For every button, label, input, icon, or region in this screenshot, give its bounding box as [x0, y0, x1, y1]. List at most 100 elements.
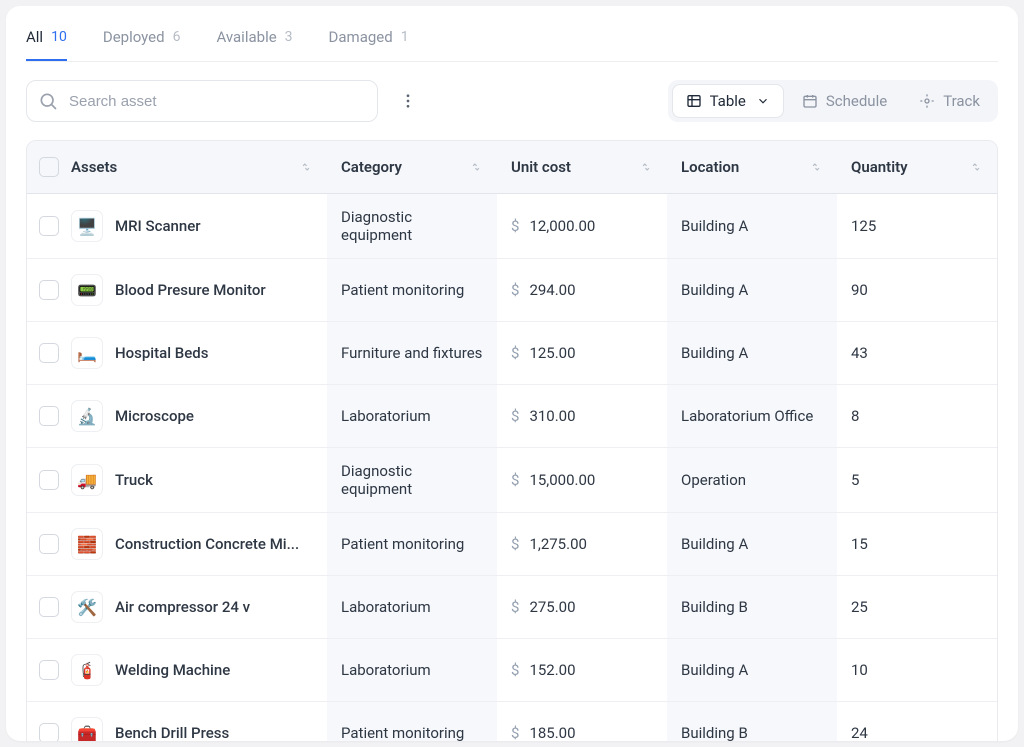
cell-unit-cost: $152.00 — [497, 639, 667, 701]
app-shell: All 10 Deployed 6 Available3 Damaged 1 Table Sc… — [6, 6, 1018, 741]
cell-category: Laboratorium — [327, 639, 497, 701]
tab-count: 6 — [173, 29, 181, 45]
asset-name: Blood Presure Monitor — [115, 281, 266, 299]
toolbar: Table Schedule Track — [26, 62, 998, 140]
table-header: Assets Category Unit cost Location Quant… — [27, 141, 997, 194]
cell-category: Patient monitoring — [327, 702, 497, 741]
sort-icon[interactable] — [469, 160, 483, 174]
tab-label: Available — [216, 28, 276, 46]
asset-thumbnail: 🧰 — [71, 717, 103, 741]
tab-count: 1 — [401, 29, 409, 45]
cost-value: 1,275.00 — [529, 535, 587, 553]
row-checkbox[interactable] — [39, 470, 59, 490]
sort-icon[interactable] — [639, 160, 653, 174]
asset-name: Truck — [115, 471, 153, 489]
sort-icon[interactable] — [299, 160, 313, 174]
table-row[interactable]: 🖥️MRI ScannerDiagnostic equipment$12,000… — [27, 194, 997, 259]
tab-damaged[interactable]: Damaged 1 — [329, 14, 409, 61]
cell-quantity: 90 — [837, 259, 997, 321]
sort-icon[interactable] — [809, 160, 823, 174]
tab-label: All — [26, 28, 43, 46]
cell-asset: 🚚Truck — [27, 448, 327, 512]
asset-name: Bench Drill Press — [115, 724, 229, 741]
cost-value: 185.00 — [529, 724, 575, 741]
tab-available[interactable]: Available3 — [216, 14, 292, 61]
cell-location: Building A — [667, 639, 837, 701]
col-category[interactable]: Category — [327, 141, 497, 193]
currency-symbol: $ — [511, 724, 519, 741]
col-unit-cost[interactable]: Unit cost — [497, 141, 667, 193]
view-label: Track — [943, 92, 980, 110]
col-label: Quantity — [851, 158, 908, 176]
tab-count: 10 — [51, 29, 67, 45]
cell-category: Diagnostic equipment — [327, 194, 497, 258]
cell-category: Laboratorium — [327, 385, 497, 447]
cost-value: 294.00 — [529, 281, 575, 299]
tab-deployed[interactable]: Deployed 6 — [103, 14, 181, 61]
cell-category: Furniture and fixtures — [327, 322, 497, 384]
table-row[interactable]: 🧰 Bench Drill Press Patient monitoring $185… — [27, 702, 997, 741]
table-row[interactable]: 🧱Construction Concrete Mi...Patient moni… — [27, 513, 997, 576]
table-row[interactable]: 🧯Welding MachineLaboratorium$152.00Build… — [27, 639, 997, 702]
cell-quantity: 5 — [837, 448, 997, 512]
view-schedule[interactable]: Schedule — [788, 84, 901, 118]
cell-quantity: 10 — [837, 639, 997, 701]
currency-symbol: $ — [511, 217, 519, 235]
col-location[interactable]: Location — [667, 141, 837, 193]
col-label: Unit cost — [511, 158, 571, 176]
cell-asset: 🧰 Bench Drill Press — [27, 702, 327, 741]
table-row[interactable]: 🛏️Hospital BedsFurniture and fixtures$12… — [27, 322, 997, 385]
cell-unit-cost: $1,275.00 — [497, 513, 667, 575]
currency-symbol: $ — [511, 598, 519, 616]
table-body: 🖥️MRI ScannerDiagnostic equipment$12,000… — [27, 194, 997, 741]
cell-location: Building A — [667, 322, 837, 384]
select-all-checkbox[interactable] — [39, 157, 59, 177]
row-checkbox[interactable] — [39, 216, 59, 236]
cell-location: Operation — [667, 448, 837, 512]
cost-value: 12,000.00 — [529, 217, 595, 235]
tab-all[interactable]: All 10 — [26, 14, 67, 61]
currency-symbol: $ — [511, 471, 519, 489]
cell-unit-cost: $294.00 — [497, 259, 667, 321]
row-checkbox[interactable] — [39, 597, 59, 617]
cell-asset: 🔬Microscope — [27, 385, 327, 447]
table-row[interactable]: 🛠️Air compressor 24 vLaboratorium$275.00… — [27, 576, 997, 639]
asset-thumbnail: 📟 — [71, 274, 103, 306]
cost-value: 310.00 — [529, 407, 575, 425]
cell-unit-cost: $125.00 — [497, 322, 667, 384]
currency-symbol: $ — [511, 535, 519, 553]
table-row[interactable]: 📟 Blood Presure Monitor Patient monitoring… — [27, 259, 997, 322]
search-input[interactable] — [26, 80, 378, 122]
sort-icon[interactable] — [969, 160, 983, 174]
cell-asset: 🧱Construction Concrete Mi... — [27, 513, 327, 575]
row-checkbox[interactable] — [39, 660, 59, 680]
view-table[interactable]: Table — [672, 84, 784, 118]
more-button[interactable] — [390, 83, 426, 119]
row-checkbox[interactable] — [39, 723, 59, 741]
assets-table: Assets Category Unit cost Location Quant… — [26, 140, 998, 741]
cell-category: Patient monitoring — [327, 259, 497, 321]
table-row[interactable]: 🚚TruckDiagnostic equipment$15,000.00Oper… — [27, 448, 997, 513]
row-checkbox[interactable] — [39, 280, 59, 300]
row-checkbox[interactable] — [39, 534, 59, 554]
cell-location: Building B — [667, 702, 837, 741]
track-icon — [919, 93, 935, 109]
asset-thumbnail: 🛠️ — [71, 591, 103, 623]
currency-symbol: $ — [511, 344, 519, 362]
col-quantity[interactable]: Quantity — [837, 141, 997, 193]
col-assets[interactable]: Assets — [27, 141, 327, 193]
view-label: Schedule — [826, 92, 887, 110]
filter-tabs: All 10 Deployed 6 Available3 Damaged 1 — [26, 6, 998, 62]
col-label: Assets — [71, 158, 117, 176]
view-track[interactable]: Track — [905, 84, 994, 118]
row-checkbox[interactable] — [39, 406, 59, 426]
row-checkbox[interactable] — [39, 343, 59, 363]
view-switch: Table Schedule Track — [668, 80, 998, 122]
cost-value: 15,000.00 — [529, 471, 595, 489]
tab-label: Damaged — [329, 28, 393, 46]
col-label: Location — [681, 158, 739, 176]
table-row[interactable]: 🔬MicroscopeLaboratorium$310.00Laboratori… — [27, 385, 997, 448]
tab-label: Deployed — [103, 28, 165, 46]
cell-quantity: 43 — [837, 322, 997, 384]
asset-name: MRI Scanner — [115, 217, 201, 235]
